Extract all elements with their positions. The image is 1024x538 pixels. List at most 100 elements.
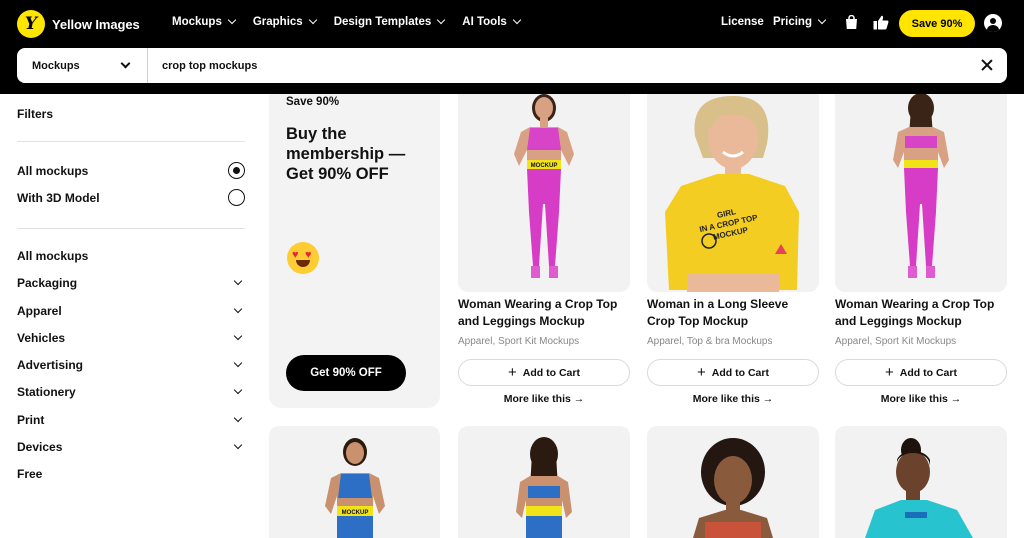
plus-icon: + [697,363,706,381]
product-title[interactable]: Woman Wearing a Crop Top and Leggings Mo… [458,296,630,330]
more-like-this-link[interactable]: More like this → [647,393,819,405]
logo-mark: Y [17,10,45,38]
plus-icon: + [508,363,517,381]
pricing-label: Pricing [773,16,812,28]
search-bar: Mockups [17,48,1007,83]
category-stationery[interactable]: Stationery [17,385,243,399]
product-image[interactable] [647,426,819,538]
category-label: All mockups [17,249,89,263]
more-like-this-label: More like this [880,393,948,405]
save-90-button[interactable]: Save 90% [899,10,975,37]
chevron-down-icon [233,304,243,314]
product-image[interactable]: MOCKUP [458,94,630,292]
logo[interactable]: Y Yellow Images [17,10,140,38]
nav-ai-tools[interactable]: AI Tools [462,15,522,28]
category-label: Packaging [17,276,78,290]
more-like-this-link[interactable]: More like this → [458,393,630,405]
divider [17,228,245,229]
product-tags[interactable]: Apparel, Sport Kit Mockups [458,336,579,347]
more-like-this-label: More like this [503,393,571,405]
nav-mockups[interactable]: Mockups [172,15,237,28]
pricing-menu[interactable]: Pricing [773,15,827,28]
add-to-cart-button[interactable]: + Add to Cart [647,359,819,386]
promo-title: Buy the membership — Get 90% OFF [286,125,406,183]
product-image[interactable] [458,426,630,538]
bag-icon[interactable] [842,13,860,31]
chevron-down-icon [227,15,237,25]
category-apparel[interactable]: Apparel [17,304,243,318]
divider [17,141,245,142]
heart-eyes-emoji-icon: ♥ ♥ [287,242,319,274]
category-label: Apparel [17,304,62,318]
nav-ai-tools-label: AI Tools [462,16,507,28]
main-nav: Mockups Graphics Design Templates AI Too… [172,15,538,28]
radio-unselected[interactable] [228,189,245,206]
chevron-down-icon [233,276,243,286]
radio-with-3d-model[interactable]: With 3D Model [17,189,245,206]
more-like-this-link[interactable]: More like this → [835,393,1007,405]
filters-title: Filters [17,107,54,121]
search-category-value: Mockups [32,59,80,72]
add-to-cart-label: Add to Cart [711,366,769,379]
chevron-down-icon [233,385,243,395]
svg-text:MOCKUP: MOCKUP [531,163,558,169]
category-all-mockups[interactable]: All mockups [17,249,241,263]
chevron-down-icon [120,58,131,69]
promo-kicker: Save 90% [286,96,340,108]
close-icon[interactable] [981,59,993,71]
arrow-right-icon: → [762,393,774,405]
product-image[interactable]: MOCKUP [269,426,440,538]
radio-selected[interactable] [228,162,245,179]
category-label: Stationery [17,385,76,399]
category-vehicles[interactable]: Vehicles [17,331,243,345]
arrow-right-icon: → [950,393,962,405]
nav-graphics-label: Graphics [252,16,303,28]
brand-name: Yellow Images [52,16,140,32]
membership-promo-card: Save 90% Buy the membership — Get 90% OF… [269,94,440,408]
chevron-down-icon [233,358,243,368]
category-print[interactable]: Print [17,413,243,427]
category-packaging[interactable]: Packaging [17,276,243,290]
get-90-off-button[interactable]: Get 90% OFF [286,355,406,391]
chevron-down-icon [437,15,446,25]
category-label: Print [17,413,45,427]
product-title[interactable]: Woman in a Long Sleeve Crop Top Mockup [647,296,819,330]
category-label: Free [17,467,43,481]
radio-label: With 3D Model [17,190,100,205]
nav-design-templates[interactable]: Design Templates [333,15,446,28]
product-image[interactable] [835,426,1007,538]
add-to-cart-label: Add to Cart [899,366,957,379]
chevron-down-icon [233,331,243,341]
more-like-this-label: More like this [692,393,760,405]
radio-all-mockups[interactable]: All mockups [17,162,245,179]
product-image[interactable] [835,94,1007,292]
nav-graphics[interactable]: Graphics [252,15,317,28]
product-image[interactable]: GIRL IN A CROP TOP MOCKUP [647,94,819,292]
add-to-cart-button[interactable]: + Add to Cart [835,359,1007,386]
svg-text:MOCKUP: MOCKUP [342,510,369,516]
radio-label: All mockups [17,163,89,178]
product-tags[interactable]: Apparel, Top & bra Mockups [647,336,772,347]
add-to-cart-button[interactable]: + Add to Cart [458,359,630,386]
product-title[interactable]: Woman Wearing a Crop Top and Leggings Mo… [835,296,1007,330]
category-advertising[interactable]: Advertising [17,358,243,372]
top-navigation-bar: Y Yellow Images Mockups Graphics Design … [0,0,1024,94]
search-input[interactable] [162,48,942,83]
user-icon[interactable] [984,14,1002,32]
add-to-cart-label: Add to Cart [522,366,580,379]
plus-icon: + [885,363,894,381]
category-label: Devices [17,440,63,454]
arrow-right-icon: → [573,393,585,405]
search-category-select[interactable]: Mockups [17,48,148,83]
product-tags[interactable]: Apparel, Sport Kit Mockups [835,336,956,347]
nav-design-templates-label: Design Templates [333,16,432,28]
chevron-down-icon [233,440,243,450]
thumbs-up-icon[interactable] [872,13,890,31]
chevron-down-icon [817,15,827,25]
category-devices[interactable]: Devices [17,440,243,454]
license-link[interactable]: License [721,16,764,28]
category-label: Advertising [17,358,84,372]
category-free[interactable]: Free [17,467,241,481]
chevron-down-icon [308,15,317,25]
chevron-down-icon [512,15,522,25]
